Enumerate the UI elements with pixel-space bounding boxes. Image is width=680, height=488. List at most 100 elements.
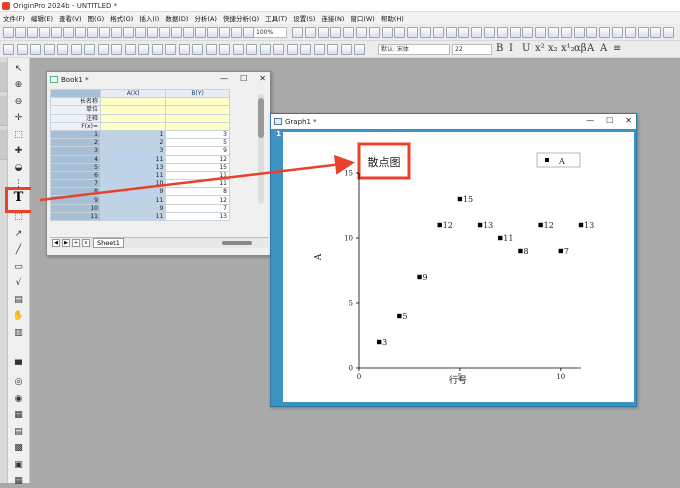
toolbar-button-icon[interactable] xyxy=(232,44,244,55)
font-name-combo[interactable]: 默认: 宋体 xyxy=(378,44,450,55)
first-sheet-icon[interactable]: ◀ xyxy=(52,239,60,247)
toolbar-button-icon[interactable] xyxy=(219,27,230,38)
toolbar-button-icon[interactable] xyxy=(111,27,122,38)
font-size-combo[interactable]: 22 xyxy=(452,44,492,55)
toolbar-button-icon[interactable] xyxy=(97,44,109,55)
toolbar-button-icon[interactable] xyxy=(458,27,470,38)
menu-item-1[interactable]: 编辑(E) xyxy=(28,13,56,23)
cell[interactable]: 13 xyxy=(99,162,167,172)
toolbar-button-icon[interactable] xyxy=(522,27,534,38)
tool-icon[interactable]: ▭ xyxy=(12,260,25,273)
toolbar-button-icon[interactable] xyxy=(292,27,303,38)
cell[interactable]: 11 xyxy=(99,170,167,181)
toolbar-button-icon[interactable] xyxy=(663,27,675,38)
toolbar-button-icon[interactable] xyxy=(650,27,662,38)
toolbar-button-icon[interactable] xyxy=(165,44,176,55)
toolbar-button-icon[interactable] xyxy=(15,27,26,38)
cell[interactable] xyxy=(99,121,167,131)
toolbar-button-icon[interactable] xyxy=(612,27,623,38)
tool-icon[interactable]: ⬚ xyxy=(12,128,25,141)
cell[interactable]: 11 xyxy=(99,154,167,164)
toolbar-button-icon[interactable] xyxy=(354,44,365,55)
row-number[interactable]: 6 xyxy=(50,170,101,181)
row-number[interactable]: 11 xyxy=(50,211,101,222)
scatter-point[interactable] xyxy=(558,248,564,254)
row-number[interactable]: 7 xyxy=(50,179,101,189)
tool-icon[interactable]: ▦ xyxy=(12,475,25,488)
sheet-tab-sheet1[interactable]: Sheet1 xyxy=(93,238,124,248)
tool-icon[interactable]: ◎ xyxy=(12,376,25,389)
tool-icon[interactable]: ✋ xyxy=(12,310,25,323)
cell[interactable]: 11 xyxy=(165,170,230,181)
toolbar-button-icon[interactable] xyxy=(624,27,636,38)
worksheet-hscroll[interactable] xyxy=(222,241,252,245)
minimize-icon[interactable]: — xyxy=(586,116,594,125)
cell[interactable] xyxy=(165,105,230,115)
cell[interactable]: 5 xyxy=(165,138,230,148)
toolbar-button-icon[interactable] xyxy=(573,27,585,38)
toolbar-button-icon[interactable] xyxy=(560,27,572,38)
toolbar-button-icon[interactable] xyxy=(286,44,298,55)
column-header[interactable]: B(Y) xyxy=(165,88,230,99)
cell[interactable]: 8 xyxy=(165,187,230,197)
toolbar-button-icon[interactable] xyxy=(330,27,342,38)
maximize-icon[interactable]: ☐ xyxy=(606,116,613,125)
tool-icon[interactable]: ↗ xyxy=(12,227,25,240)
toolbar-button-icon[interactable] xyxy=(57,44,68,55)
scatter-point[interactable] xyxy=(578,222,584,228)
toolbar-button-icon[interactable] xyxy=(471,27,483,38)
format-button[interactable]: I xyxy=(509,43,513,54)
graph-page[interactable]: 散点图 A 0 5 10 0 5 10 15 3 5 9 12 15 13 11 8 12 7 13 行号 A xyxy=(283,132,634,402)
toolbar-button-icon[interactable] xyxy=(509,27,521,38)
toolbar-button-icon[interactable] xyxy=(484,27,495,38)
menu-item-0[interactable]: 文件(F) xyxy=(0,13,28,23)
toolbar-button-icon[interactable] xyxy=(39,27,50,38)
toolbar-button-icon[interactable] xyxy=(178,44,190,55)
dock-tab[interactable] xyxy=(0,96,7,126)
toolbar-button-icon[interactable] xyxy=(171,27,182,38)
toolbar-button-icon[interactable] xyxy=(75,27,86,38)
cell[interactable]: 12 xyxy=(165,154,230,164)
toolbar-button-icon[interactable] xyxy=(192,44,203,55)
toolbar-button-icon[interactable] xyxy=(343,27,355,38)
menu-item-10[interactable]: 设置(S) xyxy=(290,13,318,23)
cell[interactable]: 11 xyxy=(99,211,167,222)
format-button[interactable]: x₂ xyxy=(548,43,558,54)
toolbar-button-icon[interactable] xyxy=(317,27,329,38)
scatter-point[interactable] xyxy=(538,222,543,228)
toolbar-button-icon[interactable] xyxy=(637,27,649,38)
scatter-point[interactable] xyxy=(437,222,442,228)
toolbar-button-icon[interactable] xyxy=(205,44,217,55)
tool-icon[interactable]: ⊖ xyxy=(12,95,25,108)
cell[interactable]: 9 xyxy=(99,187,167,197)
row-number[interactable]: 8 xyxy=(50,187,101,197)
layer-1-icon[interactable]: 1 xyxy=(274,130,283,139)
tool-icon[interactable]: ▣ xyxy=(12,458,25,471)
toolbar-button-icon[interactable] xyxy=(259,44,271,55)
toolbar-button-icon[interactable] xyxy=(219,44,230,55)
row-number[interactable]: 1 xyxy=(50,129,101,140)
sheet-list-icon[interactable]: ∨ xyxy=(82,239,90,247)
toolbar-button-icon[interactable] xyxy=(51,27,62,38)
cell[interactable]: 11 xyxy=(99,195,167,205)
toolbar-button-icon[interactable] xyxy=(84,44,95,55)
scatter-plot[interactable]: 散点图 A 0 5 10051015 35912151311812713 行号 A xyxy=(283,132,634,402)
corner-cell[interactable] xyxy=(50,88,101,99)
tool-icon[interactable]: ▤ xyxy=(12,425,25,438)
row-number[interactable]: 3 xyxy=(50,146,101,156)
toolbar-button-icon[interactable] xyxy=(27,27,38,38)
format-button[interactable]: x¹₂ xyxy=(561,43,575,54)
scatter-point[interactable] xyxy=(417,274,422,280)
toolbar-button-icon[interactable] xyxy=(599,27,611,38)
y-axis-title[interactable]: A xyxy=(314,253,324,261)
format-button[interactable]: A xyxy=(600,43,607,54)
toolbar-button-icon[interactable] xyxy=(356,27,367,38)
cell[interactable] xyxy=(99,97,167,107)
menu-item-5[interactable]: 插入(I) xyxy=(136,13,162,23)
graph1-titlebar[interactable]: Graph1 * — ☐ ✕ xyxy=(271,114,636,129)
toolbar-button-icon[interactable] xyxy=(327,44,338,55)
cell[interactable]: 3 xyxy=(165,129,230,140)
toolbar-button-icon[interactable] xyxy=(3,27,14,38)
cell[interactable]: 1 xyxy=(99,129,167,140)
cell[interactable]: 12 xyxy=(165,195,230,205)
